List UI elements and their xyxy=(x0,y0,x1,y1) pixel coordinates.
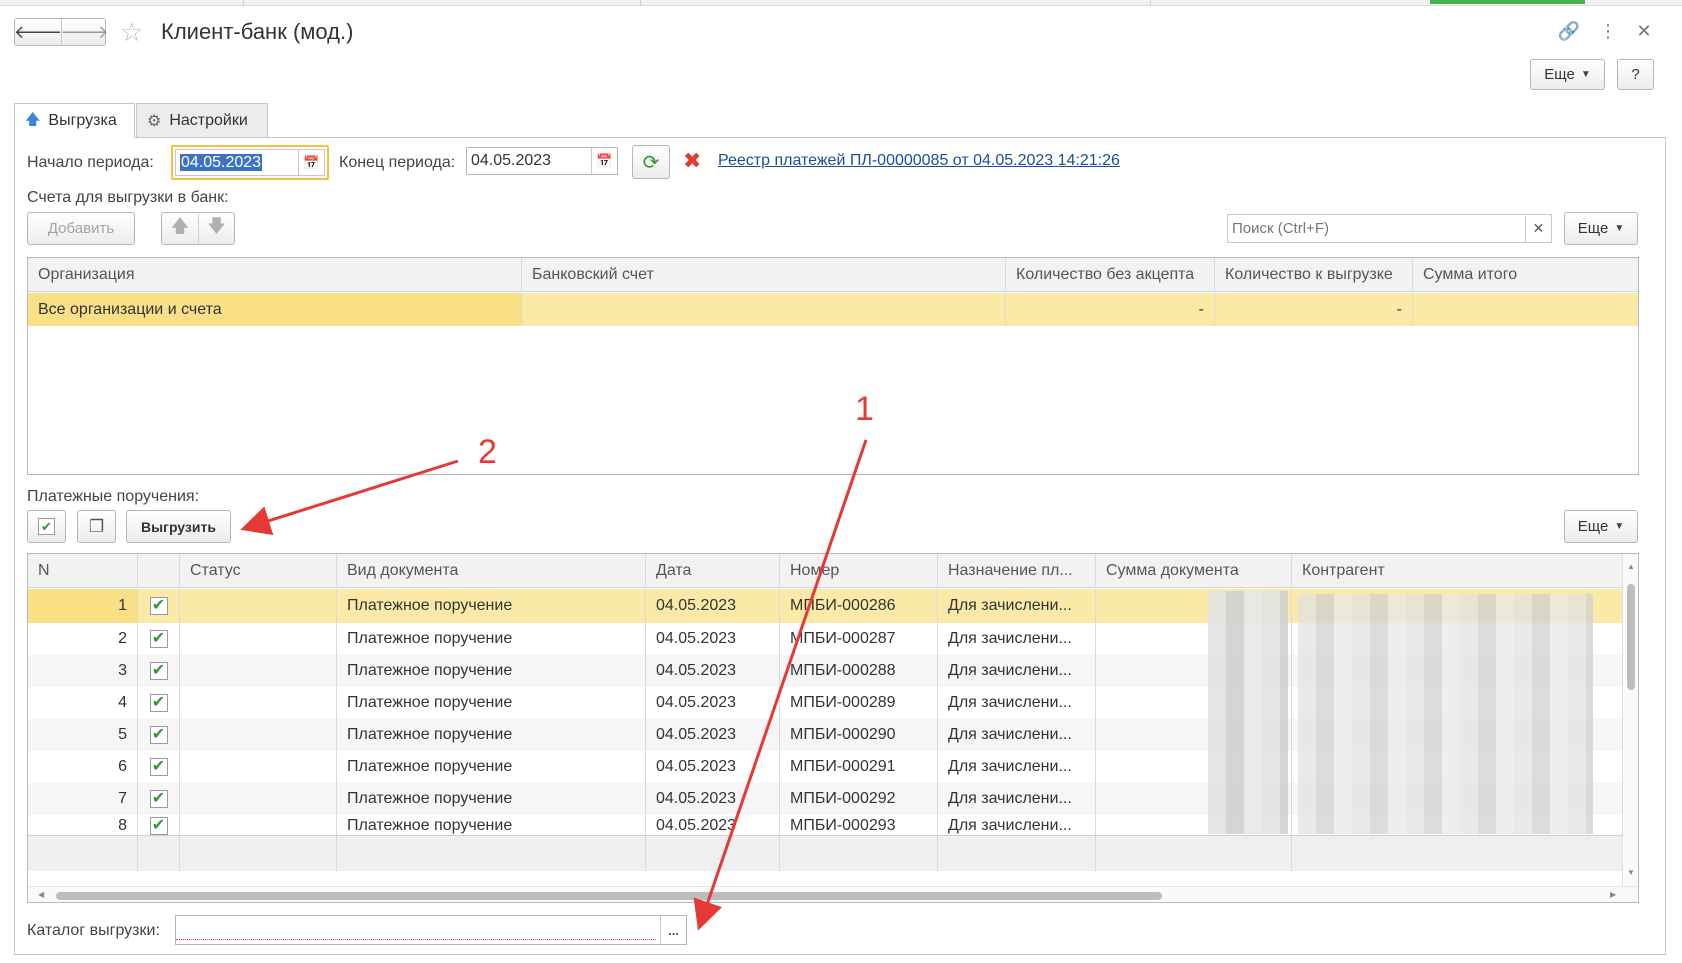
upload-arrow-icon: 🡅 xyxy=(25,110,41,128)
annotation-number-2: 2 xyxy=(478,433,497,471)
annotation-arrow-2 xyxy=(240,459,459,536)
tab-upload-label: Выгрузка xyxy=(48,112,117,129)
annotation-arrow-1 xyxy=(693,439,868,931)
annotation-number-1: 1 xyxy=(855,390,874,428)
tab-upload[interactable]: 🡅 Выгрузка xyxy=(14,103,135,138)
annotation-overlay xyxy=(240,439,868,931)
